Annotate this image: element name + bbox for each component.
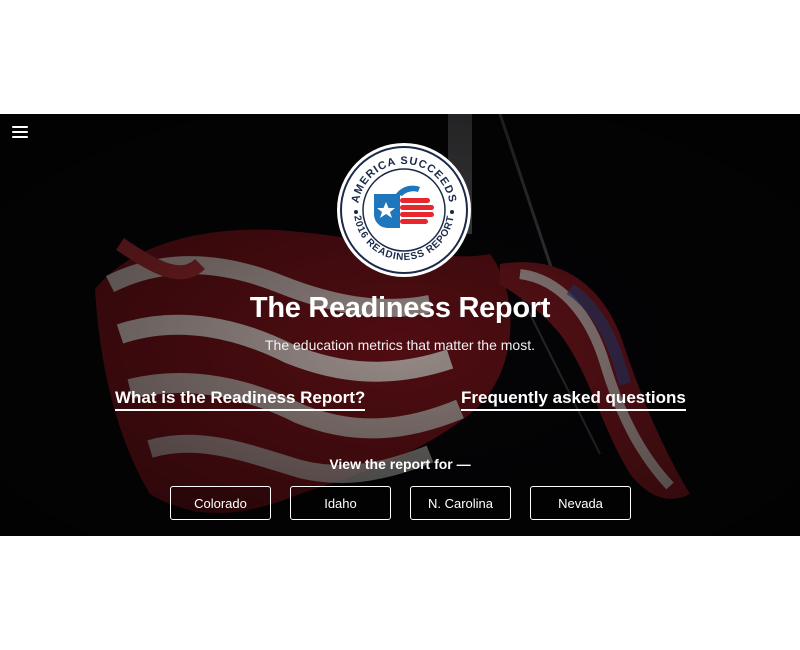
bottom-margin xyxy=(0,536,800,650)
page-subtitle: The education metrics that matter the mo… xyxy=(264,337,535,353)
faq-link[interactable]: Frequently asked questions xyxy=(461,388,686,411)
state-button-colorado[interactable]: Colorado xyxy=(170,486,271,520)
page-title: The Readiness Report xyxy=(249,292,551,324)
view-report-label: View the report for — xyxy=(329,456,471,472)
top-margin xyxy=(0,0,800,114)
hamburger-menu-icon[interactable] xyxy=(12,126,28,140)
state-button-idaho[interactable]: Idaho xyxy=(290,486,391,520)
hero-section: AMERICA SUCCEEDS 2016 READINESS REPORT T… xyxy=(0,114,800,536)
state-button-n-carolina[interactable]: N. Carolina xyxy=(410,486,511,520)
state-button-nevada[interactable]: Nevada xyxy=(530,486,631,520)
what-is-report-link[interactable]: What is the Readiness Report? xyxy=(115,388,366,411)
america-succeeds-logo: AMERICA SUCCEEDS 2016 READINESS REPORT xyxy=(337,143,471,277)
